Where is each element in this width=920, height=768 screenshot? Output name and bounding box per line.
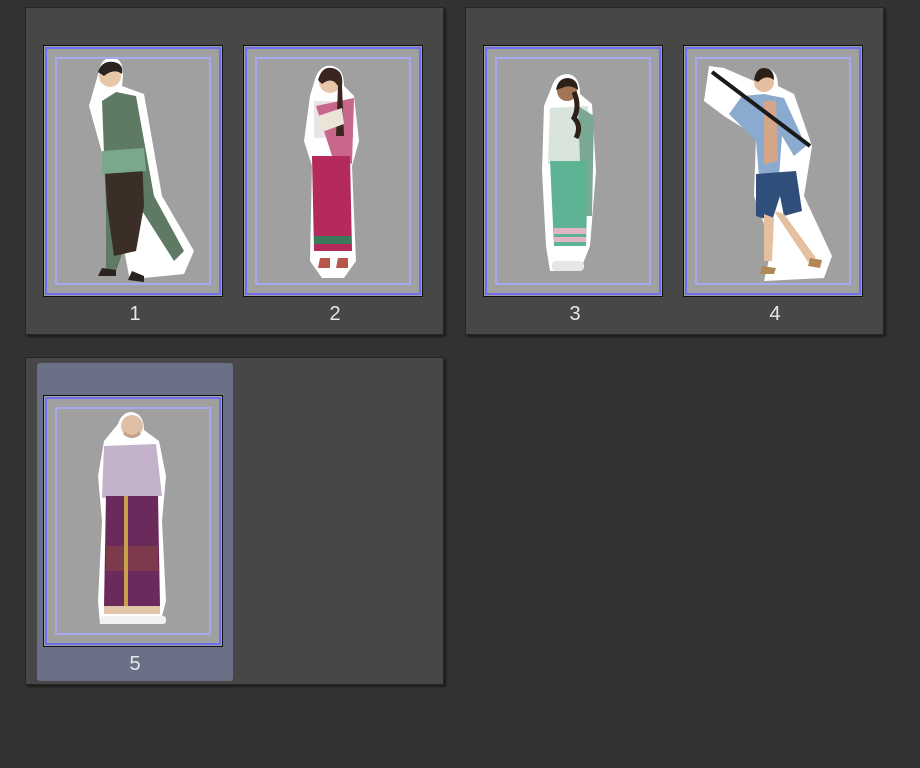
page-canvas xyxy=(43,45,223,297)
page-thumbnail-1[interactable]: 1 xyxy=(37,13,233,331)
page-thumbnail-2[interactable]: 2 xyxy=(237,13,433,331)
page-thumbnail-3[interactable]: 3 xyxy=(477,13,673,331)
page-canvas xyxy=(43,395,223,647)
page-thumbnail-5[interactable]: 5 xyxy=(37,363,233,681)
page-thumbnail-4[interactable]: 4 xyxy=(677,13,873,331)
pages-panel: { "panel": { "title": "" }, "spreads": [… xyxy=(0,0,920,768)
spread-3[interactable]: 5 xyxy=(25,357,444,685)
margin-guide xyxy=(55,57,211,285)
page-canvas xyxy=(683,45,863,297)
spread-1[interactable]: 1 2 xyxy=(25,7,444,335)
page-number: 1 xyxy=(129,303,141,325)
page-number: 4 xyxy=(769,303,781,325)
page-canvas xyxy=(243,45,423,297)
page-number: 3 xyxy=(569,303,581,325)
page-number: 2 xyxy=(329,303,341,325)
margin-guide xyxy=(695,57,851,285)
margin-guide xyxy=(255,57,411,285)
margin-guide xyxy=(495,57,651,285)
spread-2[interactable]: 3 4 xyxy=(465,7,884,335)
margin-guide xyxy=(55,407,211,635)
page-canvas xyxy=(483,45,663,297)
page-number: 5 xyxy=(129,653,141,675)
